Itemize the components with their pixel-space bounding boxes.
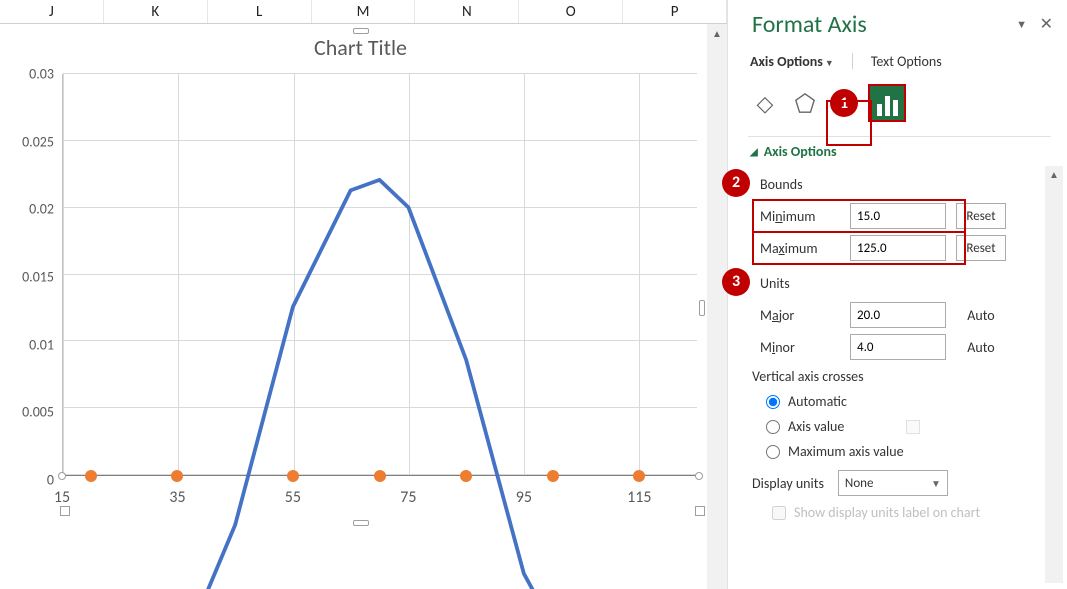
minor-unit-input[interactable] [850,334,946,360]
chart-resize-handle-right[interactable] [699,300,705,316]
minor-label: Minor [750,339,840,356]
data-marker [287,470,299,482]
axis-value-input [906,420,920,434]
major-unit-input[interactable] [850,302,946,328]
minimum-input[interactable] [850,203,946,229]
collapse-icon: ◢ [750,145,758,158]
x-tick-label: 55 [285,488,301,507]
chart-resize-handle-bottom[interactable] [353,520,369,526]
bounds-label: Bounds [760,176,803,193]
data-marker [460,470,472,482]
chart-resize-handle-top[interactable] [353,28,369,34]
major-label: Major [750,307,840,324]
data-marker [171,470,183,482]
close-icon[interactable]: ✕ [1040,14,1053,34]
units-label: Units [760,275,790,292]
data-marker [633,470,645,482]
fill-line-icon[interactable]: ◇ [750,88,780,118]
tab-text-options[interactable]: Text Options [871,53,942,70]
show-units-label-checkbox [772,506,786,520]
plot-area[interactable]: 0 0.005 0.01 0.015 0.02 0.025 0.03 15 35 55 75 95 1… [4,64,717,524]
data-marker [374,470,386,482]
scroll-up-icon[interactable]: ▲ [1045,166,1063,184]
display-units-label: Display units [752,475,824,492]
x-tick-label: 35 [169,488,185,507]
x-tick-label: 75 [400,488,416,507]
annotation-badge-2: 2 [722,169,750,197]
x-tick-label: 15 [54,488,70,507]
column-header[interactable]: L [208,0,312,23]
radio-axis-value[interactable] [766,420,780,434]
minimum-label: Minimum [750,208,840,225]
column-header[interactable]: O [519,0,623,23]
column-header[interactable]: M [312,0,416,23]
column-header[interactable]: P [623,0,727,23]
chart-title[interactable]: Chart Title [4,32,717,64]
y-tick-label: 0.015 [22,269,54,286]
format-axis-pane: Format Axis ▼ ✕ Axis Options Text Option… [727,0,1067,589]
display-units-select[interactable]: None▼ [838,470,948,496]
reset-button[interactable]: Reset [956,235,1006,261]
vert-cross-label: Vertical axis crosses [752,368,1067,385]
tab-axis-options[interactable]: Axis Options [750,53,834,70]
maximum-input[interactable] [850,235,946,261]
pane-scrollbar[interactable]: ▲ [1045,166,1063,583]
column-header[interactable]: J [0,0,104,23]
chart-object[interactable]: Chart Title 0 0.005 0.01 0.015 0.02 0.025 0.03… [4,32,717,524]
section-axis-options[interactable]: ◢ Axis Options [750,143,1067,160]
y-tick-label: 0.03 [29,66,54,83]
y-tick-label: 0.02 [29,201,54,218]
scroll-up[interactable]: ▲ [707,24,727,44]
data-marker [85,470,97,482]
radio-max-axis-value[interactable] [766,445,780,459]
column-header[interactable]: K [104,0,208,23]
annotation-badge-3: 3 [722,268,750,296]
vertical-scrollbar[interactable]: ▲ [707,24,727,589]
x-tick-label: 95 [516,488,532,507]
x-tick-label: 115 [627,488,651,507]
auto-label: Auto [956,307,1006,324]
axis-sel-handle[interactable] [695,472,703,480]
reset-button[interactable]: Reset [956,203,1006,229]
y-tick-label: 0.01 [29,336,54,353]
axis-options-icon[interactable] [868,84,906,122]
column-header[interactable]: N [415,0,519,23]
y-tick-label: 0 [47,472,54,489]
effects-icon[interactable] [790,88,820,118]
column-headers[interactable]: JKLMNOP [0,0,727,24]
y-tick-label: 0.025 [22,133,54,150]
radio-automatic[interactable] [766,395,780,409]
data-marker [547,470,559,482]
annotation-badge-1: 1 [830,89,858,117]
pane-options-dropdown[interactable]: ▼ [1016,18,1027,31]
y-tick-label: 0.005 [22,404,54,421]
maximum-label: Maximum [750,240,840,257]
auto-label: Auto [956,339,1006,356]
